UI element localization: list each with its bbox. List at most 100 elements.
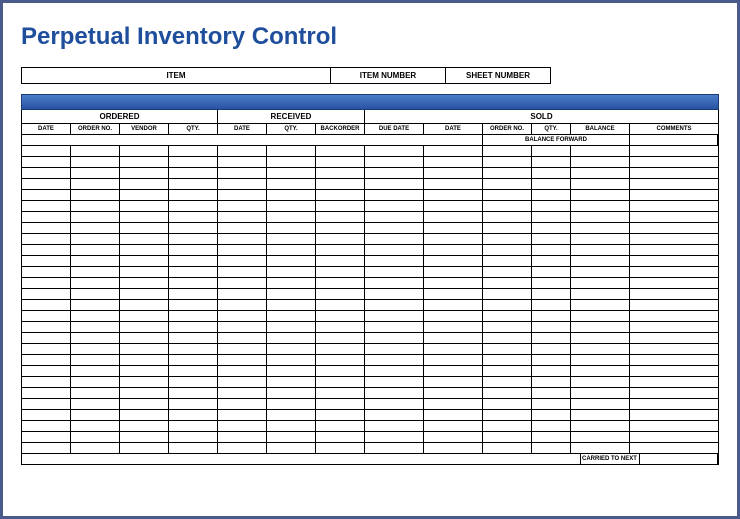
table-cell <box>532 344 571 354</box>
table-cell <box>120 421 169 431</box>
table-cell <box>169 278 218 288</box>
table-cell <box>120 366 169 376</box>
table-cell <box>483 388 532 398</box>
table-cell <box>571 322 630 332</box>
table-cell <box>483 366 532 376</box>
table-cell <box>365 443 424 453</box>
table-row <box>21 146 719 157</box>
table-cell <box>532 289 571 299</box>
table-cell <box>267 267 316 277</box>
section-header-row: ORDERED RECEIVED SOLD <box>21 110 719 124</box>
table-cell <box>218 278 267 288</box>
table-cell <box>22 388 71 398</box>
table-row <box>21 190 719 201</box>
table-cell <box>424 179 483 189</box>
table-cell <box>571 157 630 167</box>
table-cell <box>71 289 120 299</box>
table-cell <box>571 344 630 354</box>
table-cell <box>71 278 120 288</box>
col-date-received: DATE <box>218 124 267 134</box>
table-cell <box>483 146 532 156</box>
table-cell <box>71 377 120 387</box>
table-cell <box>424 421 483 431</box>
table-cell <box>218 344 267 354</box>
table-row <box>21 388 719 399</box>
footer-row: CARRIED TO NEXT SHEET <box>21 454 719 465</box>
table-row <box>21 179 719 190</box>
table-cell <box>218 223 267 233</box>
sheet-number-box: SHEET NUMBER <box>446 67 551 84</box>
table-cell <box>120 410 169 420</box>
table-cell <box>365 300 424 310</box>
table-cell <box>630 256 718 266</box>
table-cell <box>571 212 630 222</box>
table-cell <box>532 443 571 453</box>
table-cell <box>630 190 718 200</box>
table-cell <box>571 333 630 343</box>
table-cell <box>267 168 316 178</box>
table-cell <box>120 355 169 365</box>
table-cell <box>316 179 365 189</box>
table-cell <box>571 388 630 398</box>
table-cell <box>267 146 316 156</box>
table-cell <box>483 245 532 255</box>
table-cell <box>267 344 316 354</box>
table-cell <box>22 201 71 211</box>
table-cell <box>365 333 424 343</box>
section-received: RECEIVED <box>218 110 365 123</box>
table-cell <box>316 344 365 354</box>
table-cell <box>22 300 71 310</box>
header-boxes: ITEM ITEM NUMBER SHEET NUMBER <box>21 67 719 84</box>
table-cell <box>571 168 630 178</box>
table-cell <box>424 443 483 453</box>
table-cell <box>571 355 630 365</box>
table-cell <box>267 245 316 255</box>
table-cell <box>71 256 120 266</box>
table-cell <box>316 168 365 178</box>
table-cell <box>483 300 532 310</box>
table-cell <box>169 333 218 343</box>
table-cell <box>22 267 71 277</box>
table-cell <box>532 267 571 277</box>
table-cell <box>169 234 218 244</box>
table-cell <box>120 377 169 387</box>
table-cell <box>483 278 532 288</box>
table-cell <box>630 179 718 189</box>
table-cell <box>218 410 267 420</box>
table-cell <box>316 267 365 277</box>
table-cell <box>22 421 71 431</box>
table-cell <box>120 179 169 189</box>
table-cell <box>532 300 571 310</box>
table-cell <box>532 256 571 266</box>
table-cell <box>22 377 71 387</box>
table-cell <box>571 443 630 453</box>
table-cell <box>571 278 630 288</box>
table-row <box>21 267 719 278</box>
table-cell <box>424 300 483 310</box>
table-cell <box>424 157 483 167</box>
table-cell <box>267 179 316 189</box>
table-cell <box>71 432 120 442</box>
table-cell <box>267 289 316 299</box>
table-cell <box>316 256 365 266</box>
table-cell <box>365 267 424 277</box>
table-cell <box>169 399 218 409</box>
table-cell <box>71 311 120 321</box>
balfwd-empty <box>22 135 483 145</box>
table-cell <box>365 245 424 255</box>
table-cell <box>424 256 483 266</box>
table-cell <box>316 300 365 310</box>
table-cell <box>22 278 71 288</box>
table-cell <box>169 311 218 321</box>
table-cell <box>120 388 169 398</box>
table-cell <box>71 223 120 233</box>
table-row <box>21 212 719 223</box>
table-cell <box>218 377 267 387</box>
section-sold: SOLD <box>365 110 718 123</box>
table-row <box>21 432 719 443</box>
table-cell <box>267 432 316 442</box>
table-cell <box>571 377 630 387</box>
table-cell <box>120 190 169 200</box>
table-cell <box>424 333 483 343</box>
table-cell <box>365 421 424 431</box>
